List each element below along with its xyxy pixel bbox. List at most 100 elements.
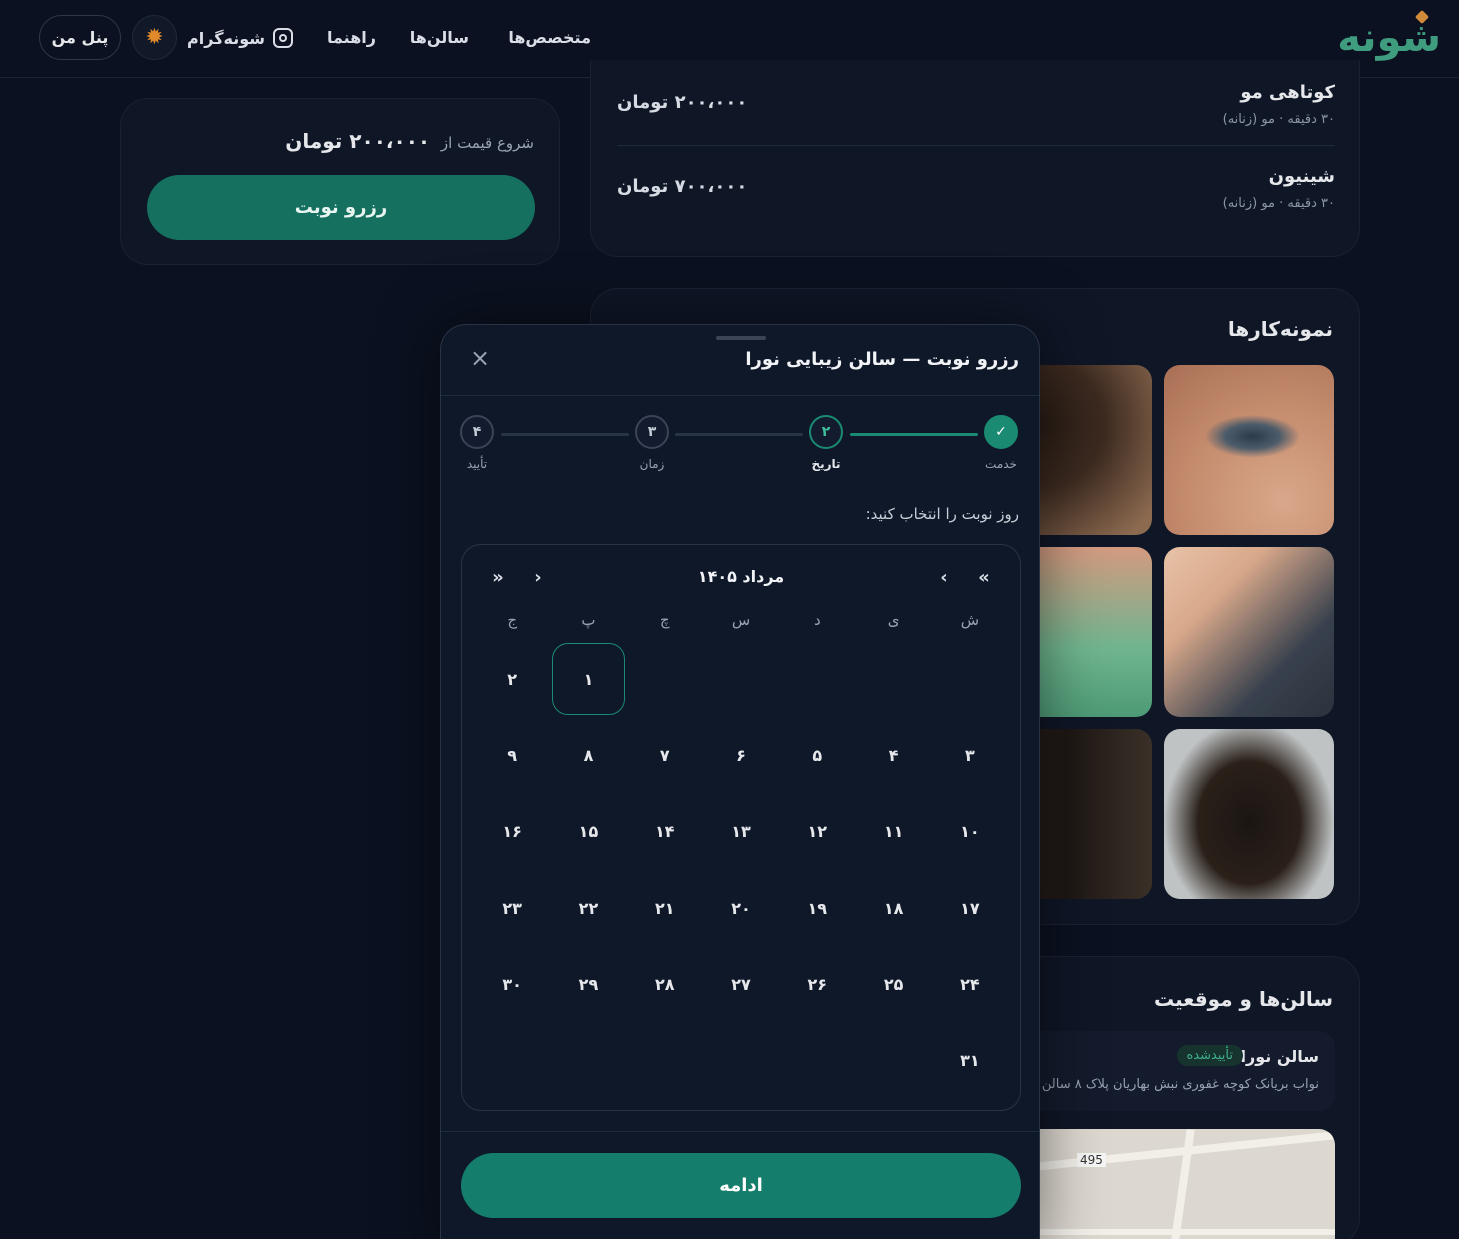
day-number: ۷: [659, 745, 670, 765]
day-cell[interactable]: ۲۲: [550, 870, 626, 946]
next-month-button[interactable]: ‹: [528, 567, 548, 588]
day-blank: [932, 641, 1008, 717]
step-service[interactable]: ✓ خدمت: [971, 415, 1031, 471]
day-number: ۲۹: [578, 974, 599, 994]
step-label: تأیید: [466, 457, 488, 471]
theme-toggle-button[interactable]: ✹: [132, 15, 177, 60]
day-cell[interactable]: ۲۱: [627, 870, 703, 946]
day-number: ۱۳: [731, 822, 751, 842]
day-blank: [703, 641, 779, 717]
day-number: ۱۵: [578, 822, 599, 842]
day-cell[interactable]: ۱۳: [703, 794, 779, 870]
weekday-label: پ: [581, 611, 596, 629]
sun-icon: ✹: [145, 25, 164, 50]
day-cell[interactable]: ۲۶: [779, 946, 855, 1022]
day-cell[interactable]: ۲۴: [932, 946, 1008, 1022]
nav-salons[interactable]: سالن‌ها: [410, 28, 469, 47]
day-cell[interactable]: ۱۱: [855, 794, 931, 870]
day-number: ۱۴: [654, 822, 675, 842]
day-cell[interactable]: ۹: [474, 717, 550, 793]
day-number: ۸: [583, 745, 594, 765]
day-cell[interactable]: ۲۹: [550, 946, 626, 1022]
day-cell[interactable]: ۱۴: [627, 794, 703, 870]
day-cell[interactable]: ۲: [474, 641, 550, 717]
day-number: ۲: [507, 669, 518, 689]
weekday-label: د: [813, 611, 821, 629]
nav-instagram[interactable]: شونه‌گرام: [187, 28, 293, 48]
day-number: ۱۷: [960, 898, 980, 918]
booking-modal: رزرو نوبت — سالن زیبایی نورا × ✓ خدمت ۲ …: [440, 324, 1040, 1239]
day-number: ۲۸: [654, 974, 675, 994]
day-blank: [627, 641, 703, 717]
day-cell[interactable]: ۲۸: [627, 946, 703, 1022]
day-cell[interactable]: ۳۰: [474, 946, 550, 1022]
step-confirm: ۴ تأیید: [447, 415, 507, 471]
day-number: ۲۲: [578, 898, 599, 918]
day-number: ۲۶: [807, 974, 828, 994]
day-cell[interactable]: ۵: [779, 717, 855, 793]
day-cell[interactable]: ۶: [703, 717, 779, 793]
day-cell[interactable]: ۱۷: [932, 870, 1008, 946]
weekday-label: ش: [960, 611, 980, 629]
day-number: ۲۳: [502, 898, 522, 918]
my-panel-button[interactable]: پنل من: [39, 15, 121, 60]
day-cell[interactable]: ۲۳: [474, 870, 550, 946]
date-calendar: مرداد ۱۴۰۵ » › ‹ « شیدسچپج ۱ ۲ ۳ ۴ ۵ ۶ ۷ ۸ ۹ ۱۰ ۱۱…: [461, 544, 1021, 1111]
prev-year-button[interactable]: »: [974, 567, 994, 588]
step-connector: [675, 433, 803, 436]
day-cell[interactable]: ۱۶: [474, 794, 550, 870]
day-number: ۳۰: [502, 974, 522, 994]
day-number: ۲۱: [654, 898, 675, 918]
step-label: خدمت: [985, 457, 1017, 471]
day-number: ۲۵: [883, 974, 904, 994]
day-number: ۵: [812, 745, 823, 765]
day-number: ۱۹: [807, 898, 828, 918]
day-prompt: روز نوبت را انتخاب کنید:: [865, 505, 1019, 523]
day-cell-selected[interactable]: ۱: [550, 641, 626, 717]
weekday-label: چ: [659, 611, 670, 629]
step-connector: [850, 433, 978, 436]
day-cell[interactable]: ۲۷: [703, 946, 779, 1022]
continue-button[interactable]: ادامه: [461, 1153, 1021, 1218]
day-cell[interactable]: ۴: [855, 717, 931, 793]
divider: [441, 1131, 1039, 1132]
drag-handle[interactable]: [716, 336, 766, 340]
weekday-label: ی: [887, 611, 900, 629]
modal-title: رزرو نوبت — سالن زیبایی نورا: [745, 349, 1019, 370]
day-number: ۱۱: [883, 822, 904, 842]
day-blank: [779, 641, 855, 717]
step-date[interactable]: ۲ تاریخ: [796, 415, 856, 471]
day-cell[interactable]: ۱۸: [855, 870, 931, 946]
nav-guide[interactable]: راهنما: [327, 28, 376, 47]
step-number: ۲: [809, 415, 843, 449]
next-year-button[interactable]: «: [488, 567, 508, 588]
day-cell[interactable]: ۱۰: [932, 794, 1008, 870]
step-check-icon: ✓: [984, 415, 1018, 449]
booking-stepper: ✓ خدمت ۲ تاریخ ۳ زمان ۴ تأیید: [441, 415, 1039, 475]
weekday-label: ج: [507, 611, 517, 629]
day-cell[interactable]: ۱۲: [779, 794, 855, 870]
day-cell[interactable]: ۳: [932, 717, 1008, 793]
day-cell[interactable]: ۲۵: [855, 946, 931, 1022]
nav-experts[interactable]: متخصص‌ها: [508, 28, 591, 47]
day-grid: ۱ ۲ ۳ ۴ ۵ ۶ ۷ ۸ ۹ ۱۰ ۱۱ ۱۲ ۱۳ ۱۴ ۱۵ ۱۶ ۱۷ ۱۸ ۱۹ ۲۰ ۲۱ ۲۲ ۲۳ ۲۴ ۲…: [474, 641, 1008, 1099]
day-number: ۱۸: [883, 898, 904, 918]
day-number: ۱۰: [960, 822, 980, 842]
day-cell[interactable]: ۱۵: [550, 794, 626, 870]
close-icon[interactable]: ×: [469, 346, 491, 370]
day-number: ۳۱: [960, 1051, 980, 1071]
site-logo[interactable]: شونه: [1325, 9, 1443, 62]
nav-instagram-label: شونه‌گرام: [187, 28, 265, 48]
day-cell[interactable]: ۸: [550, 717, 626, 793]
step-connector: [501, 433, 629, 436]
divider: [441, 395, 1039, 396]
day-cell[interactable]: ۱۹: [779, 870, 855, 946]
day-cell[interactable]: ۳۱: [932, 1022, 1008, 1098]
day-number: ۹: [507, 745, 518, 765]
day-cell[interactable]: ۲۰: [703, 870, 779, 946]
day-cell[interactable]: ۷: [627, 717, 703, 793]
day-blank: [855, 641, 931, 717]
step-label: تاریخ: [811, 457, 841, 471]
prev-month-button[interactable]: ›: [934, 567, 954, 588]
step-label: زمان: [639, 457, 665, 471]
